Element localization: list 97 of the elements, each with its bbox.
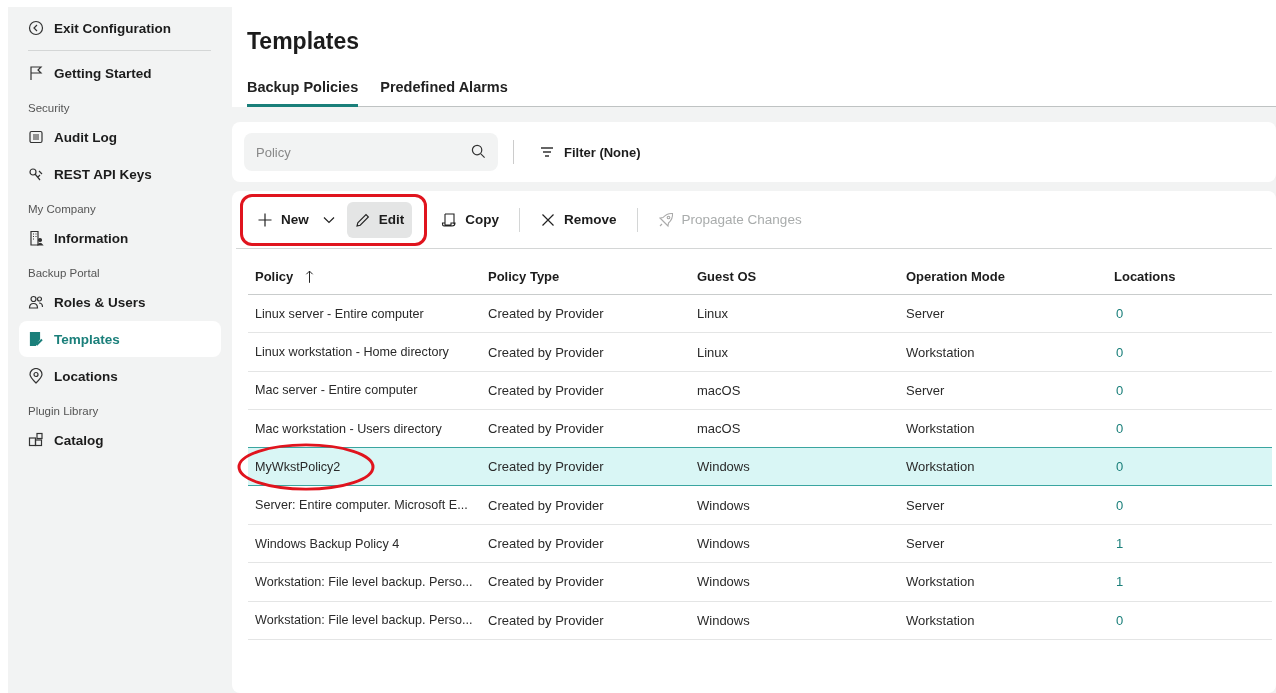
guest-os-cell: Linux [697, 344, 729, 360]
policy-cell: Workstation: File level backup. Perso... [255, 574, 473, 589]
policy-cell: Mac workstation - Users directory [255, 421, 442, 436]
filter-button[interactable]: Filter (None) [539, 144, 641, 160]
policy-type-cell: Created by Provider [488, 421, 604, 437]
location-pin-icon [28, 368, 44, 384]
sidebar-item[interactable]: Catalog [19, 422, 221, 458]
operation-mode-cell: Workstation [906, 612, 975, 628]
users-icon [28, 294, 44, 310]
page-title: Templates [247, 28, 361, 55]
list-icon [28, 129, 44, 145]
sidebar-item[interactable]: Roles & Users [19, 284, 221, 320]
sidebar-section-heading: Plugin Library [27, 404, 100, 419]
sidebar-item[interactable]: Locations [19, 358, 221, 394]
locations-link[interactable]: 1 [1114, 536, 1124, 552]
guest-os-cell: macOS [697, 421, 741, 437]
locations-link[interactable]: 1 [1114, 574, 1124, 590]
column-header[interactable]: Locations [1114, 268, 1176, 284]
table-row[interactable]: Workstation: File level backup. Perso... Created by Provider Windows Workstation 0 [248, 601, 1272, 640]
policy-type-cell: Created by Provider [488, 574, 604, 590]
locations-link[interactable]: 0 [1114, 612, 1124, 628]
locations-link[interactable]: 0 [1114, 344, 1124, 360]
tab[interactable]: Backup Policies [247, 79, 359, 107]
guest-os-cell: Windows [697, 612, 750, 628]
document-icon [28, 331, 44, 347]
key-icon [28, 166, 44, 182]
column-header[interactable]: Policy Type [488, 268, 560, 284]
operation-mode-cell: Server [906, 306, 945, 322]
new-dropdown-button[interactable]: New [249, 201, 343, 238]
tab[interactable]: Predefined Alarms [380, 79, 508, 107]
exit-configuration-link[interactable]: Exit Configuration [19, 16, 221, 40]
guest-os-cell: Windows [697, 459, 750, 475]
blocks-icon [28, 432, 44, 448]
policy-cell: Linux server - Entire computer [255, 306, 424, 321]
sidebar-section-heading: My Company [27, 202, 97, 217]
building-icon [28, 230, 44, 246]
scroll-icon [441, 211, 458, 228]
caret-icon [322, 215, 335, 224]
policy-type-cell: Created by Provider [488, 497, 604, 513]
table-row[interactable]: Workstation: File level backup. Perso... Created by Provider Windows Workstation 1 [248, 563, 1272, 602]
policy-type-cell: Created by Provider [488, 612, 604, 628]
locations-link[interactable]: 0 [1114, 306, 1124, 322]
locations-link[interactable]: 0 [1114, 421, 1124, 437]
operation-mode-cell: Server [906, 497, 945, 513]
policy-type-cell: Created by Provider [488, 306, 604, 322]
toolbar-button[interactable]: Copy [433, 201, 507, 238]
filter-icon [539, 144, 555, 160]
sidebar-section-heading: Security [27, 101, 71, 116]
table-row[interactable]: Server: Entire computer. Microsoft E... Created by Provider Windows Server 0 [248, 486, 1272, 525]
locations-link[interactable]: 0 [1114, 459, 1124, 475]
policy-type-cell: Created by Provider [488, 536, 604, 552]
toolbar-button[interactable]: Edit [346, 201, 413, 238]
policy-cell: Linux workstation - Home directory [255, 345, 449, 360]
policy-cell: Server: Entire computer. Microsoft E... [255, 498, 468, 513]
guest-os-cell: Linux [697, 306, 729, 322]
table-row[interactable]: Windows Backup Policy 4 Created by Provider Windows Server 1 [248, 524, 1272, 564]
pencil-icon [354, 211, 371, 228]
operation-mode-cell: Workstation [906, 344, 975, 360]
sidebar-item[interactable]: Getting Started [19, 55, 221, 91]
policy-cell: Windows Backup Policy 4 [255, 536, 400, 551]
policy-type-cell: Created by Provider [488, 382, 604, 398]
sidebar-item[interactable]: Audit Log [19, 119, 221, 155]
guest-os-cell: Windows [697, 497, 750, 513]
locations-link[interactable]: 0 [1114, 382, 1124, 398]
guest-os-cell: macOS [697, 382, 741, 398]
sidebar-section-heading: Backup Portal [27, 266, 101, 281]
policy-cell: Workstation: File level backup. Perso... [255, 613, 473, 628]
locations-link[interactable]: 0 [1114, 497, 1124, 513]
policy-type-cell: Created by Provider [488, 459, 604, 475]
flag-icon [28, 65, 44, 81]
guest-os-cell: Windows [697, 536, 750, 552]
column-header[interactable]: Operation Mode [906, 268, 1005, 284]
table-row[interactable]: Linux server - Entire computer Created by Provider Linux Server 0 [248, 295, 1272, 334]
policy-cell: Mac server - Entire computer [255, 383, 418, 398]
rocket-icon [657, 211, 674, 228]
operation-mode-cell: Workstation [906, 574, 975, 590]
table-row[interactable]: MyWkstPolicy2 Created by Provider Windows Workstation 0 [248, 447, 1272, 487]
sort-ascending-icon [305, 268, 315, 284]
operation-mode-cell: Workstation [906, 459, 975, 475]
search-field[interactable]: Policy [244, 133, 498, 171]
sidebar-item[interactable]: Information [19, 220, 221, 256]
policy-type-cell: Created by Provider [488, 344, 604, 360]
search-icon [471, 144, 486, 159]
operation-mode-cell: Workstation [906, 421, 975, 437]
close-icon [540, 211, 556, 228]
policy-cell: MyWkstPolicy2 [255, 459, 341, 474]
column-header[interactable]: Guest OS [697, 268, 757, 284]
toolbar-button[interactable]: Remove [532, 201, 625, 238]
column-header[interactable]: Policy [255, 268, 315, 284]
table-row[interactable]: Mac server - Entire computer Created by Provider macOS Server 0 [248, 371, 1272, 411]
table-row[interactable]: Linux workstation - Home directory Created by Provider Linux Workstation 0 [248, 333, 1272, 372]
operation-mode-cell: Server [906, 536, 945, 552]
plus-icon [257, 211, 273, 228]
sidebar-item[interactable]: REST API Keys [19, 156, 221, 192]
guest-os-cell: Windows [697, 574, 750, 590]
operation-mode-cell: Server [906, 382, 945, 398]
sidebar-item[interactable]: Templates [19, 321, 221, 357]
